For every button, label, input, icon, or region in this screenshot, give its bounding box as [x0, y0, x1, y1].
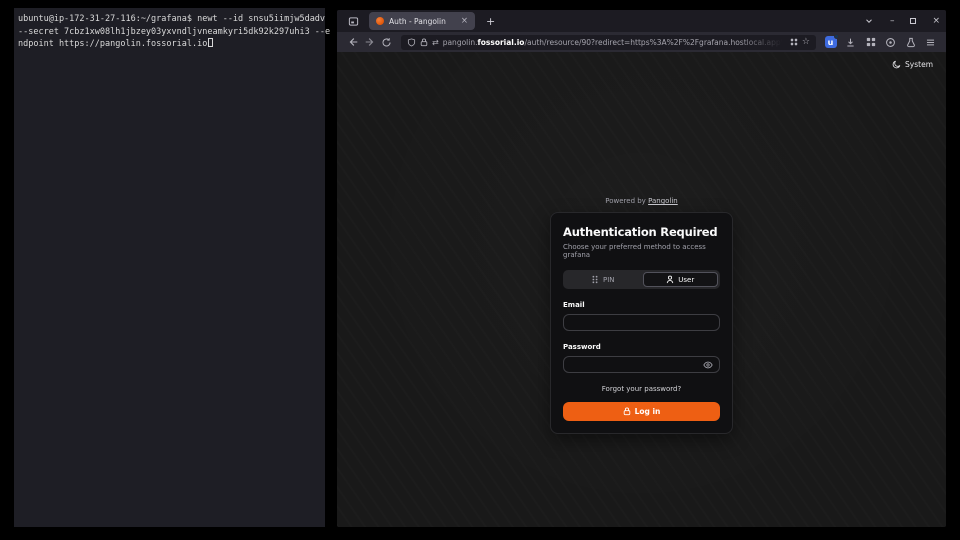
terminal-text: --secret 7cbz1xw08lh1jbzey03yxvndljvneam… [18, 27, 330, 37]
tracking-shield-icon[interactable] [407, 38, 416, 47]
window-minimize-button[interactable]: – [890, 16, 895, 26]
show-password-eye-icon[interactable] [703, 361, 713, 369]
navigation-bar: ⇄ pangolin.fossorial.io/auth/resource/90… [337, 32, 946, 52]
url-text[interactable]: pangolin.fossorial.io/auth/resource/90?r… [443, 38, 786, 47]
back-button[interactable] [344, 34, 361, 50]
terminal-text: ubuntu@ip-172-31-27-116:~/grafana$ newt … [18, 14, 325, 24]
tab-user[interactable]: User [643, 272, 719, 287]
tab-user-label: User [678, 276, 694, 284]
maximize-icon [910, 18, 916, 24]
tab-bar: Auth - Pangolin × + – × [337, 10, 946, 32]
tab-title: Auth - Pangolin [389, 17, 456, 26]
theme-toggle-label: System [905, 60, 933, 69]
password-label: Password [563, 343, 720, 351]
forward-button[interactable] [361, 34, 378, 50]
firefox-view-icon[interactable] [343, 12, 363, 30]
https-lock-icon[interactable] [420, 38, 428, 47]
pangolin-link[interactable]: Pangolin [648, 197, 678, 205]
moon-icon [892, 60, 901, 69]
url-domain: fossorial.io [477, 38, 524, 47]
browser-tab-auth-pangolin[interactable]: Auth - Pangolin × [369, 12, 475, 30]
shortcuts-grid-icon[interactable] [790, 38, 798, 46]
forgot-password-link[interactable]: Forgot your password? [563, 385, 720, 393]
downloads-icon[interactable] [842, 34, 859, 50]
login-button-label: Log in [635, 407, 661, 416]
extensions-icon[interactable] [862, 34, 879, 50]
password-field[interactable] [570, 360, 703, 369]
terminal-line: ubuntu@ip-172-31-27-116:~/grafana$ newt … [18, 13, 321, 26]
addon-icon[interactable] [902, 34, 919, 50]
menu-hamburger-icon[interactable] [922, 34, 939, 50]
tab-pin-label: PIN [603, 276, 615, 284]
pangolin-favicon-icon [376, 17, 384, 25]
card-subtitle: Choose your preferred method to access g… [563, 243, 720, 259]
auth-method-tabs: PIN User [563, 270, 720, 289]
window-maximize-button[interactable] [910, 18, 916, 24]
user-icon [666, 275, 674, 284]
reload-button[interactable] [378, 34, 395, 50]
tab-close-icon[interactable]: × [461, 17, 468, 26]
login-button[interactable]: Log in [563, 402, 720, 421]
email-field-box [563, 314, 720, 331]
email-field[interactable] [570, 318, 713, 327]
new-tab-button[interactable]: + [486, 15, 495, 28]
tab-pin[interactable]: PIN [565, 272, 641, 287]
login-lock-icon [623, 407, 631, 416]
bookmark-star-icon[interactable]: ☆ [802, 37, 810, 47]
extension-badge-icon: u [825, 36, 837, 48]
terminal-window[interactable]: ubuntu@ip-172-31-27-116:~/grafana$ newt … [14, 8, 325, 527]
browser-window: Auth - Pangolin × + – × [337, 10, 946, 527]
window-close-button[interactable]: × [932, 16, 940, 26]
terminal-cursor [208, 38, 213, 47]
auth-card: Authentication Required Choose your pref… [550, 212, 733, 434]
adblock-circle-icon[interactable] [882, 34, 899, 50]
list-tabs-chevron-icon[interactable] [864, 16, 874, 26]
url-bar[interactable]: ⇄ pangolin.fossorial.io/auth/resource/90… [401, 35, 816, 50]
password-field-box [563, 356, 720, 373]
password-manager-extension-icon[interactable]: u [822, 34, 839, 50]
keypad-icon [591, 275, 599, 284]
card-title: Authentication Required [563, 225, 720, 239]
auth-section: Powered by Pangolin Authentication Requi… [337, 197, 946, 434]
toolbar-icons: u [822, 34, 939, 50]
terminal-text: ndpoint https://pangolin.fossorial.io [18, 39, 207, 49]
url-path: /auth/resource/90?redirect=https%3A%2F%2… [524, 38, 785, 47]
email-label: Email [563, 301, 720, 309]
extension-notification-badge [834, 34, 839, 39]
terminal-line: --secret 7cbz1xw08lh1jbzey03yxvndljvneam… [18, 26, 321, 39]
page-content: System Powered by Pangolin Authenticatio… [337, 52, 946, 527]
permissions-icon[interactable]: ⇄ [432, 38, 439, 47]
powered-by: Powered by Pangolin [605, 197, 678, 205]
powered-by-text: Powered by [605, 197, 646, 205]
terminal-line: ndpoint https://pangolin.fossorial.io [18, 38, 321, 51]
url-prefix: pangolin. [443, 38, 478, 47]
theme-toggle[interactable]: System [892, 60, 933, 69]
